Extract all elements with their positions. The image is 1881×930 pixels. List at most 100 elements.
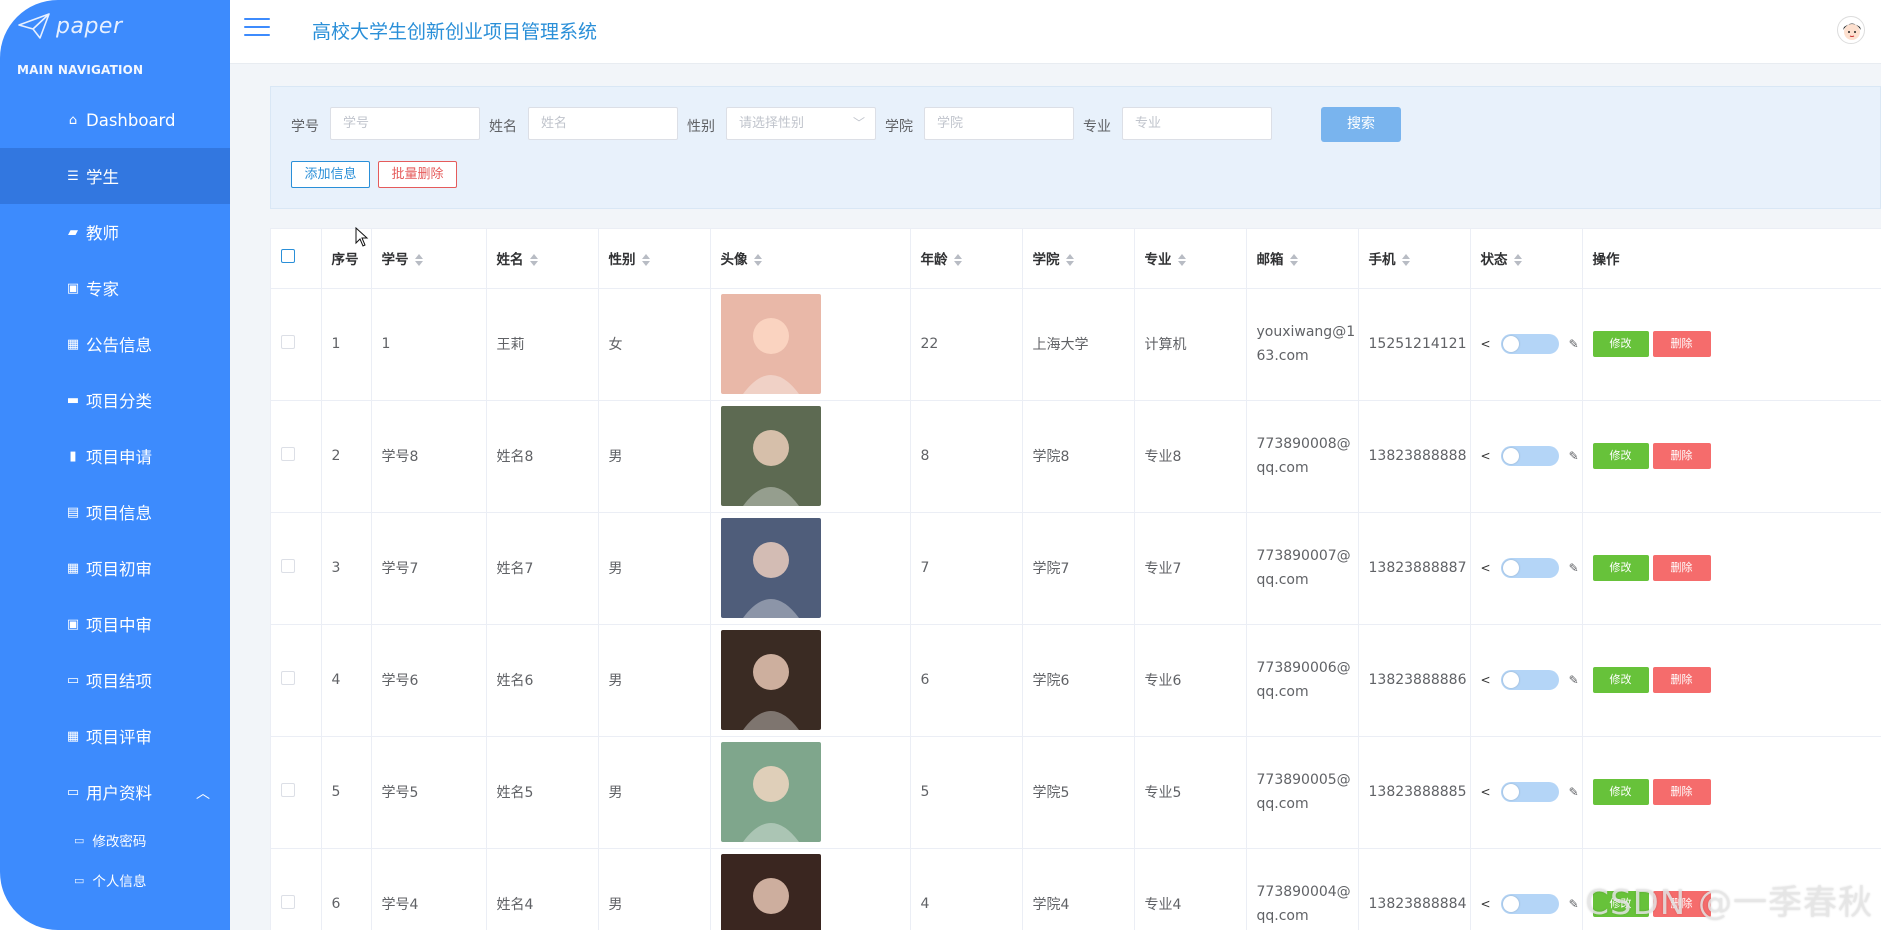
row-checkbox[interactable] — [281, 783, 295, 797]
avatar-photo[interactable] — [720, 854, 821, 930]
row-checkbox[interactable] — [281, 447, 295, 461]
avatar-photo[interactable] — [720, 630, 821, 730]
edit-pencil-icon[interactable]: ✎ — [1569, 897, 1579, 911]
row-checkbox[interactable] — [281, 671, 295, 685]
share-icon[interactable]: < — [1481, 337, 1491, 351]
share-icon[interactable]: < — [1481, 897, 1491, 911]
edit-button[interactable]: 修改 — [1592, 779, 1649, 805]
cell-phone: 13823888887 — [1358, 512, 1471, 625]
status-toggle[interactable] — [1500, 446, 1559, 466]
sidebar-item-project-mid-review[interactable]: ▣ 项目中审 — [0, 596, 230, 652]
gender-select[interactable]: 请选择性别 ﹀ — [726, 107, 876, 140]
logo[interactable]: paper — [18, 8, 123, 44]
status-toggle[interactable] — [1500, 894, 1559, 914]
edit-pencil-icon[interactable]: ✎ — [1569, 561, 1579, 575]
edit-pencil-icon[interactable]: ✎ — [1569, 337, 1579, 351]
sort-icon[interactable] — [1401, 254, 1411, 267]
student-id-input[interactable]: 学号 — [330, 107, 480, 140]
major-input[interactable]: 专业 — [1122, 107, 1272, 140]
table-header-row: 序号 学号 姓名 性别 头像 年龄 学院 专业 邮箱 手机 状态 操作 — [271, 229, 1881, 289]
column-header-status[interactable]: 状态 — [1470, 229, 1583, 289]
hamburger-menu-icon[interactable] — [244, 18, 270, 40]
table-row: 2 学号8 姓名8 男 8 学院8 专业8 773890008@qq.com 138238888… — [271, 400, 1881, 513]
cell-photo — [710, 512, 911, 625]
row-checkbox[interactable] — [281, 559, 295, 573]
status-toggle[interactable] — [1500, 334, 1559, 354]
edit-pencil-icon[interactable]: ✎ — [1569, 449, 1579, 463]
edit-button[interactable]: 修改 — [1592, 443, 1649, 469]
search-button[interactable]: 搜索 — [1321, 107, 1401, 142]
delete-button[interactable]: 删除 — [1652, 779, 1711, 805]
edit-pencil-icon[interactable]: ✎ — [1569, 673, 1579, 687]
sidebar-item-label: 项目结项 — [86, 672, 152, 691]
sidebar-item-notice[interactable]: ▦ 公告信息 — [0, 316, 230, 372]
sidebar-item-teacher[interactable]: ▰ 教师 — [0, 204, 230, 260]
delete-button[interactable]: 删除 — [1652, 331, 1711, 357]
sidebar-item-project-apply[interactable]: ▮ 项目申请 — [0, 428, 230, 484]
edit-pencil-icon[interactable]: ✎ — [1569, 785, 1579, 799]
sidebar-item-project-first-review[interactable]: ▦ 项目初审 — [0, 540, 230, 596]
sidebar-item-project-conclusion[interactable]: ▭ 项目结项 — [0, 652, 230, 708]
batch-delete-button[interactable]: 批量删除 — [378, 161, 457, 188]
sort-icon[interactable] — [529, 254, 539, 267]
student-id-label: 学号 — [291, 119, 319, 135]
sidebar-subitem-personal-info[interactable]: ▭ 个人信息 — [0, 860, 230, 900]
sidebar-item-expert[interactable]: ▣ 专家 — [0, 260, 230, 316]
sidebar-item-project-category[interactable]: ▬ 项目分类 — [0, 372, 230, 428]
sidebar-item-student[interactable]: ☰ 学生 — [0, 148, 230, 204]
share-icon[interactable]: < — [1481, 673, 1491, 687]
edit-button[interactable]: 修改 — [1592, 555, 1649, 581]
grid-icon: ▦ — [66, 728, 80, 744]
sort-icon[interactable] — [641, 254, 651, 267]
row-checkbox[interactable] — [281, 895, 295, 909]
cell-age: 8 — [910, 400, 1023, 513]
sort-icon[interactable] — [1513, 254, 1523, 267]
column-header-age[interactable]: 年龄 — [910, 229, 1023, 289]
column-header-student-id[interactable]: 学号 — [371, 229, 487, 289]
add-info-button[interactable]: 添加信息 — [291, 161, 370, 188]
sidebar-item-dashboard[interactable]: ⌂ Dashboard — [0, 92, 230, 148]
sort-icon[interactable] — [1177, 254, 1187, 267]
toggle-knob — [1502, 672, 1519, 688]
delete-button[interactable]: 删除 — [1652, 443, 1711, 469]
sidebar-item-project-info[interactable]: ▤ 项目信息 — [0, 484, 230, 540]
share-icon[interactable]: < — [1481, 449, 1491, 463]
column-header-college[interactable]: 学院 — [1022, 229, 1135, 289]
sort-icon[interactable] — [753, 254, 763, 267]
edit-button[interactable]: 修改 — [1592, 667, 1649, 693]
column-header-email[interactable]: 邮箱 — [1246, 229, 1359, 289]
delete-button[interactable]: 删除 — [1652, 891, 1711, 917]
edit-button[interactable]: 修改 — [1592, 331, 1649, 357]
avatar[interactable] — [1837, 16, 1865, 44]
college-input[interactable]: 学院 — [924, 107, 1074, 140]
sidebar-item-project-evaluation[interactable]: ▦ 项目评审 — [0, 708, 230, 764]
row-checkbox[interactable] — [281, 335, 295, 349]
avatar-photo[interactable] — [720, 518, 821, 618]
column-header-name[interactable]: 姓名 — [486, 229, 599, 289]
status-toggle[interactable] — [1500, 670, 1559, 690]
sort-icon[interactable] — [414, 254, 424, 267]
sort-icon[interactable] — [1065, 254, 1075, 267]
sort-icon[interactable] — [953, 254, 963, 267]
share-icon[interactable]: < — [1481, 561, 1491, 575]
select-all-checkbox[interactable] — [281, 249, 295, 264]
delete-button[interactable]: 删除 — [1652, 555, 1711, 581]
avatar-photo[interactable] — [720, 406, 821, 506]
column-header-photo[interactable]: 头像 — [710, 229, 911, 289]
share-icon[interactable]: < — [1481, 785, 1491, 799]
cell-name: 姓名8 — [486, 400, 599, 513]
avatar-photo[interactable] — [720, 742, 821, 842]
edit-button[interactable]: 修改 — [1592, 891, 1649, 917]
delete-button[interactable]: 删除 — [1652, 667, 1711, 693]
sidebar-subitem-change-password[interactable]: ▭ 修改密码 — [0, 820, 230, 860]
column-header-gender[interactable]: 性别 — [598, 229, 711, 289]
avatar-photo[interactable] — [720, 294, 821, 394]
status-toggle[interactable] — [1500, 558, 1559, 578]
sidebar-item-label: 用户资料 — [86, 784, 152, 803]
name-input[interactable]: 姓名 — [528, 107, 678, 140]
column-header-phone[interactable]: 手机 — [1358, 229, 1471, 289]
sort-icon[interactable] — [1289, 254, 1299, 267]
sidebar-item-user-profile[interactable]: ▭ 用户资料 ︿ — [0, 764, 230, 820]
column-header-major[interactable]: 专业 — [1134, 229, 1247, 289]
status-toggle[interactable] — [1500, 782, 1559, 802]
